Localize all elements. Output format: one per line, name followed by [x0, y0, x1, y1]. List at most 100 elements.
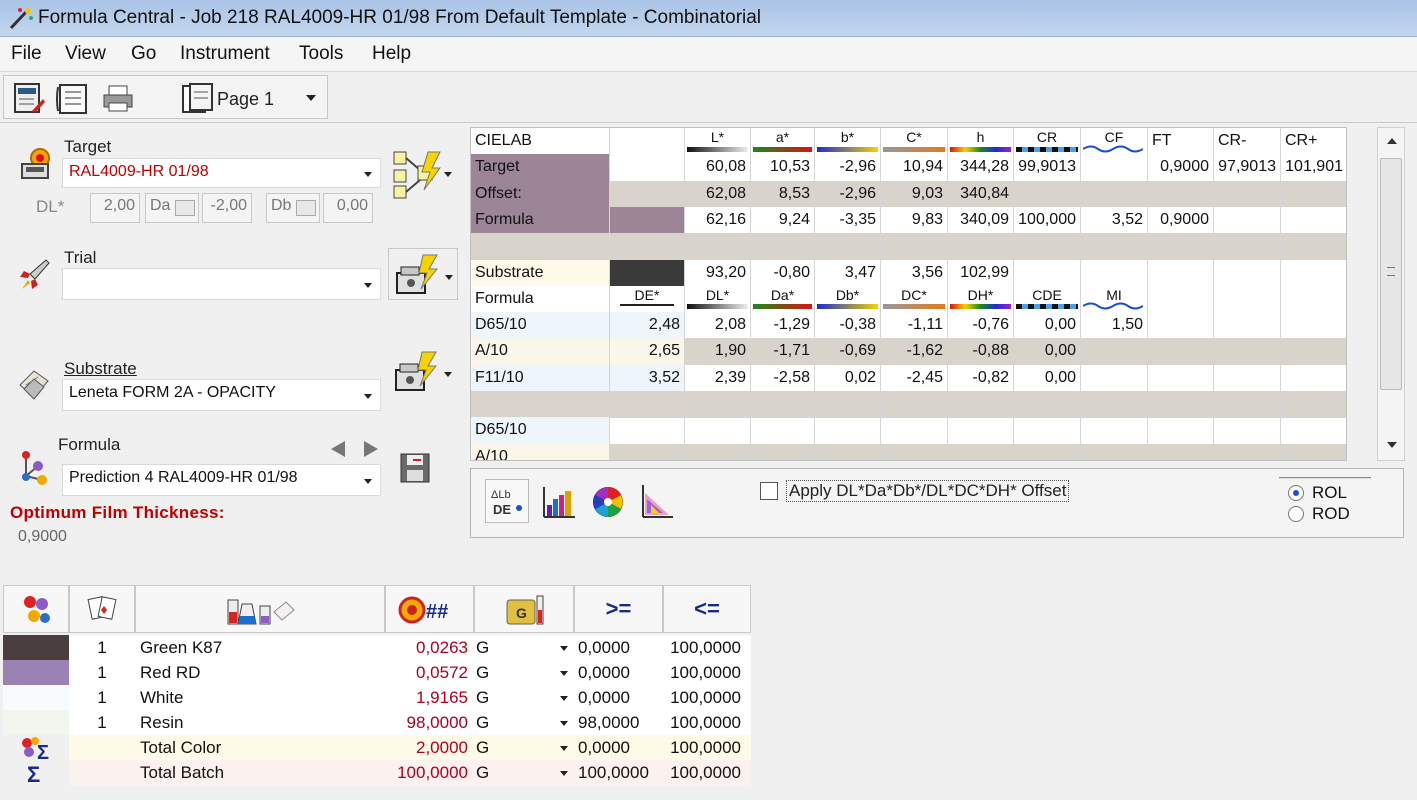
- grid-row-a10-2-c: [881, 443, 948, 460]
- dl-field[interactable]: 2,00: [90, 193, 140, 223]
- colorant-unit-select[interactable]: G: [474, 710, 574, 735]
- print-icon[interactable]: [102, 84, 136, 114]
- colorant-max[interactable]: 100,0000: [663, 685, 751, 710]
- save-formula-icon[interactable]: [399, 452, 433, 486]
- grid-row-spacer-2[interactable]: [471, 391, 1346, 418]
- total-max: 100,0000: [670, 763, 741, 782]
- colorant-min[interactable]: 0,0000: [574, 685, 663, 710]
- total-unit-select[interactable]: G: [474, 735, 574, 760]
- da-dropdown-arrow-icon[interactable]: [175, 200, 195, 216]
- grid-row-substrate[interactable]: Substrate 93,20 -0,80 3,47 3,56 102,99: [471, 259, 1346, 286]
- next-formula-icon[interactable]: [364, 441, 378, 457]
- colorant-amount[interactable]: 1,9165: [385, 685, 474, 710]
- scroll-up-icon[interactable]: [1387, 138, 1397, 144]
- menu-go[interactable]: Go: [131, 43, 156, 65]
- colorant-row[interactable]: 1 Green K87 0,0263 G 0,0000 100,0000: [3, 635, 751, 660]
- formula-molecule-icon[interactable]: [16, 448, 52, 488]
- menu-help[interactable]: Help: [372, 43, 411, 65]
- grid-diff-header-formula: Formula: [471, 285, 610, 313]
- difference-view-button[interactable]: ΔLb DE: [485, 479, 529, 523]
- report-icon[interactable]: [56, 81, 92, 115]
- grid-row-formula-l: 62,16: [685, 206, 751, 234]
- chroma-scale-icon: [883, 146, 945, 152]
- max-header[interactable]: <=: [663, 585, 751, 633]
- colorant-max[interactable]: 100,0000: [663, 635, 751, 660]
- amount-header[interactable]: ##: [385, 585, 474, 633]
- menu-file[interactable]: File: [11, 43, 42, 65]
- colorant-amount[interactable]: 98,0000: [385, 710, 474, 735]
- menu-instrument[interactable]: Instrument: [180, 43, 270, 65]
- page-preview-icon[interactable]: [180, 82, 216, 114]
- menu-view[interactable]: View: [65, 43, 106, 65]
- trial-combo[interactable]: [62, 268, 381, 300]
- grid-row-target-cf: [1081, 154, 1148, 181]
- rod-radio[interactable]: [1288, 506, 1304, 522]
- page-dropdown-arrow-icon[interactable]: [306, 95, 316, 101]
- double-arrow-icon: [620, 304, 674, 307]
- grid-vertical-scrollbar[interactable]: [1377, 127, 1405, 461]
- grid-row-target[interactable]: Target 60,08 10,53 -2,96 10,94 344,28 99,9013 0…: [471, 154, 1346, 181]
- db-dropdown-arrow-icon[interactable]: [296, 200, 316, 216]
- target-icon[interactable]: [18, 146, 54, 182]
- rol-radio[interactable]: [1288, 485, 1304, 501]
- apply-offset-checkbox[interactable]: [760, 482, 778, 500]
- target-measure-icon[interactable]: [392, 150, 454, 200]
- colorant-unit-select[interactable]: G: [474, 685, 574, 710]
- colorant-max[interactable]: 100,0000: [663, 660, 751, 685]
- apply-offset-label[interactable]: Apply DL*Da*Db*/DL*DC*DH* Offset: [786, 480, 1070, 502]
- colorant-max[interactable]: 100,0000: [663, 710, 751, 735]
- menu-tools[interactable]: Tools: [299, 43, 343, 65]
- grid-row-formula[interactable]: Formula 62,16 9,24 -3,35 9,83 340,09 100,000 3,…: [471, 206, 1346, 234]
- grid-row-spacer-1[interactable]: [471, 233, 1346, 260]
- svg-text:Σ: Σ: [27, 762, 40, 787]
- grid-row-d65[interactable]: D65/10 2,48 2,08 -1,29 -0,38 -1,11 -0,76 0,00 1,…: [471, 312, 1346, 339]
- colorant-unit-select[interactable]: G: [474, 660, 574, 685]
- colorant-amount[interactable]: 0,0263: [385, 635, 474, 660]
- total-unit-select[interactable]: G: [474, 760, 574, 785]
- substrate-measure-icon[interactable]: [392, 350, 454, 396]
- colorant-min[interactable]: 0,0000: [574, 635, 663, 660]
- scroll-down-icon[interactable]: [1387, 442, 1397, 448]
- page-selector-label[interactable]: Page 1: [217, 89, 274, 110]
- colorant-color-header[interactable]: [3, 585, 69, 633]
- grid-row-d65-2[interactable]: D65/10: [471, 417, 1346, 444]
- da-selector[interactable]: Da: [145, 193, 199, 223]
- min-header[interactable]: >=: [574, 585, 663, 633]
- colorant-amount[interactable]: 0,0572: [385, 660, 474, 685]
- colorant-row[interactable]: 1 Resin 98,0000 G 98,0000 100,0000: [3, 710, 751, 735]
- grid-row-offset[interactable]: Offset: 62,08 8,53 -2,96 9,03 340,84: [471, 180, 1346, 208]
- db-selector[interactable]: Db: [266, 193, 320, 223]
- gamut-chart-icon[interactable]: [639, 483, 675, 521]
- colorant-min[interactable]: 98,0000: [574, 710, 663, 735]
- spectral-curve-icon[interactable]: [541, 485, 577, 521]
- trial-rocket-icon[interactable]: [16, 257, 52, 293]
- trial-measure-button[interactable]: [388, 248, 458, 300]
- grid-header-blank: [610, 128, 685, 155]
- formula-combo[interactable]: Prediction 4 RAL4009-HR 01/98: [62, 464, 381, 496]
- previous-formula-icon[interactable]: [331, 441, 345, 457]
- grid-row-a10-2-cf: [1081, 443, 1148, 460]
- grid-row-a10[interactable]: A/10 2,65 1,90 -1,71 -0,69 -1,62 -0,88 0,00: [471, 338, 1346, 365]
- color-wheel-icon[interactable]: [591, 485, 625, 519]
- scroll-thumb[interactable]: [1380, 158, 1402, 390]
- svg-text:DE: DE: [493, 502, 511, 517]
- grid-row-spacer-1-name: [471, 233, 610, 260]
- colorant-min[interactable]: 0,0000: [574, 660, 663, 685]
- quantity-header[interactable]: [69, 585, 135, 633]
- da-field[interactable]: -2,00: [202, 193, 252, 223]
- unit-dropdown-arrow-icon: [560, 696, 568, 701]
- colorant-row[interactable]: 1 Red RD 0,0572 G 0,0000 100,0000: [3, 660, 751, 685]
- target-combo[interactable]: RAL4009-HR 01/98: [62, 158, 381, 188]
- grid-row-a10-2[interactable]: A/10: [471, 443, 1346, 460]
- grid-diff-header-dh: DH*: [948, 285, 1014, 313]
- colorant-unit-select[interactable]: G: [474, 635, 574, 660]
- unit-header[interactable]: G: [474, 585, 574, 633]
- colorant-row[interactable]: 1 White 1,9165 G 0,0000 100,0000: [3, 685, 751, 710]
- colorant-name-header[interactable]: [135, 585, 385, 633]
- edit-job-icon[interactable]: [12, 81, 46, 115]
- grid-row-substrate-h: 102,99: [948, 259, 1014, 286]
- substrate-icon[interactable]: [14, 365, 54, 405]
- grid-row-f11[interactable]: F11/10 3,52 2,39 -2,58 0,02 -2,45 -0,82 0,00: [471, 364, 1346, 392]
- substrate-combo[interactable]: Leneta FORM 2A - OPACITY: [62, 379, 381, 411]
- db-field[interactable]: 0,00: [323, 193, 373, 223]
